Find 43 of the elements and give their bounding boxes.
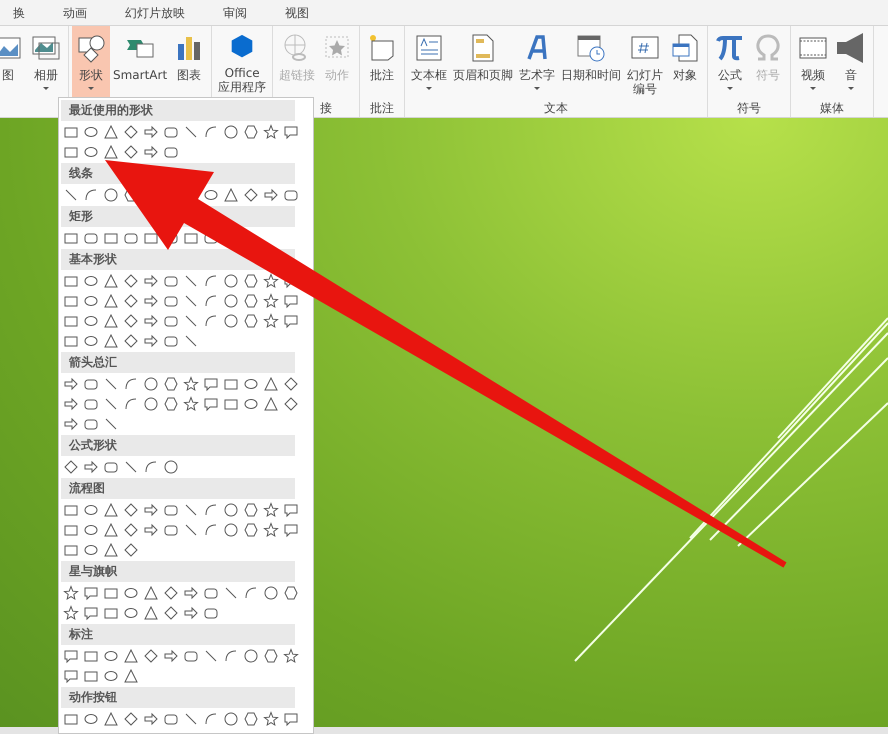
- group-label: 文本: [543, 101, 570, 117]
- ribbon-tab[interactable]: 审阅: [204, 0, 266, 25]
- ribbon-tab[interactable]: 动画: [44, 0, 106, 25]
- ribbon-button[interactable]: 相册: [27, 26, 65, 102]
- section-header: 动作按钮: [61, 687, 295, 708]
- ribbon-button[interactable]: 对象: [666, 26, 704, 102]
- section-header: 公式形状: [61, 435, 295, 456]
- shape-icon[interactable]: [261, 500, 281, 520]
- shape-icon[interactable]: [181, 394, 201, 414]
- ribbon-tab[interactable]: 换: [0, 0, 44, 25]
- ribbon-button[interactable]: 图: [0, 26, 27, 102]
- ribbon-tab[interactable]: 幻灯片放映: [106, 0, 204, 25]
- section-header: 标注: [61, 624, 295, 645]
- group-label: 批注: [369, 101, 396, 117]
- group-label: 符号: [736, 101, 762, 117]
- shape-icon[interactable]: [261, 311, 281, 331]
- group-label: 媒体: [819, 101, 846, 117]
- section-header: 最近使用的形状: [61, 100, 295, 121]
- section-header: 箭头总汇: [61, 352, 295, 373]
- shape-icon[interactable]: [281, 646, 301, 666]
- shape-icon[interactable]: [261, 122, 281, 142]
- ribbon-button[interactable]: 视频: [794, 26, 832, 102]
- ribbon-tab[interactable]: 视图: [266, 0, 328, 25]
- ribbon-button[interactable]: 艺术字: [516, 26, 558, 102]
- section-header: 流程图: [61, 478, 295, 499]
- ribbon-button[interactable]: 公式: [711, 26, 750, 102]
- ribbon-button[interactable]: 文本框: [408, 26, 450, 102]
- shape-icon[interactable]: [261, 709, 281, 729]
- ribbon-button[interactable]: 音: [832, 26, 870, 102]
- section-header: 星与旗帜: [61, 561, 295, 582]
- shape-icon[interactable]: [261, 520, 281, 540]
- ribbon-button[interactable]: 幻灯片 编号: [624, 26, 666, 102]
- group-label: 接: [319, 101, 334, 117]
- ribbon-button[interactable]: 批注: [363, 26, 402, 102]
- ribbon-button[interactable]: SmartArt: [110, 26, 170, 102]
- shape-icon[interactable]: [261, 271, 281, 291]
- ribbon-button[interactable]: 日期和时间: [558, 26, 624, 102]
- shape-icon[interactable]: [61, 583, 81, 603]
- ribbon-button[interactable]: 页眉和页脚: [450, 26, 516, 102]
- ribbon-button[interactable]: 图表: [170, 26, 208, 102]
- shape-icon[interactable]: [261, 291, 281, 311]
- shape-icon[interactable]: [181, 374, 201, 394]
- shape-icon[interactable]: [61, 603, 81, 623]
